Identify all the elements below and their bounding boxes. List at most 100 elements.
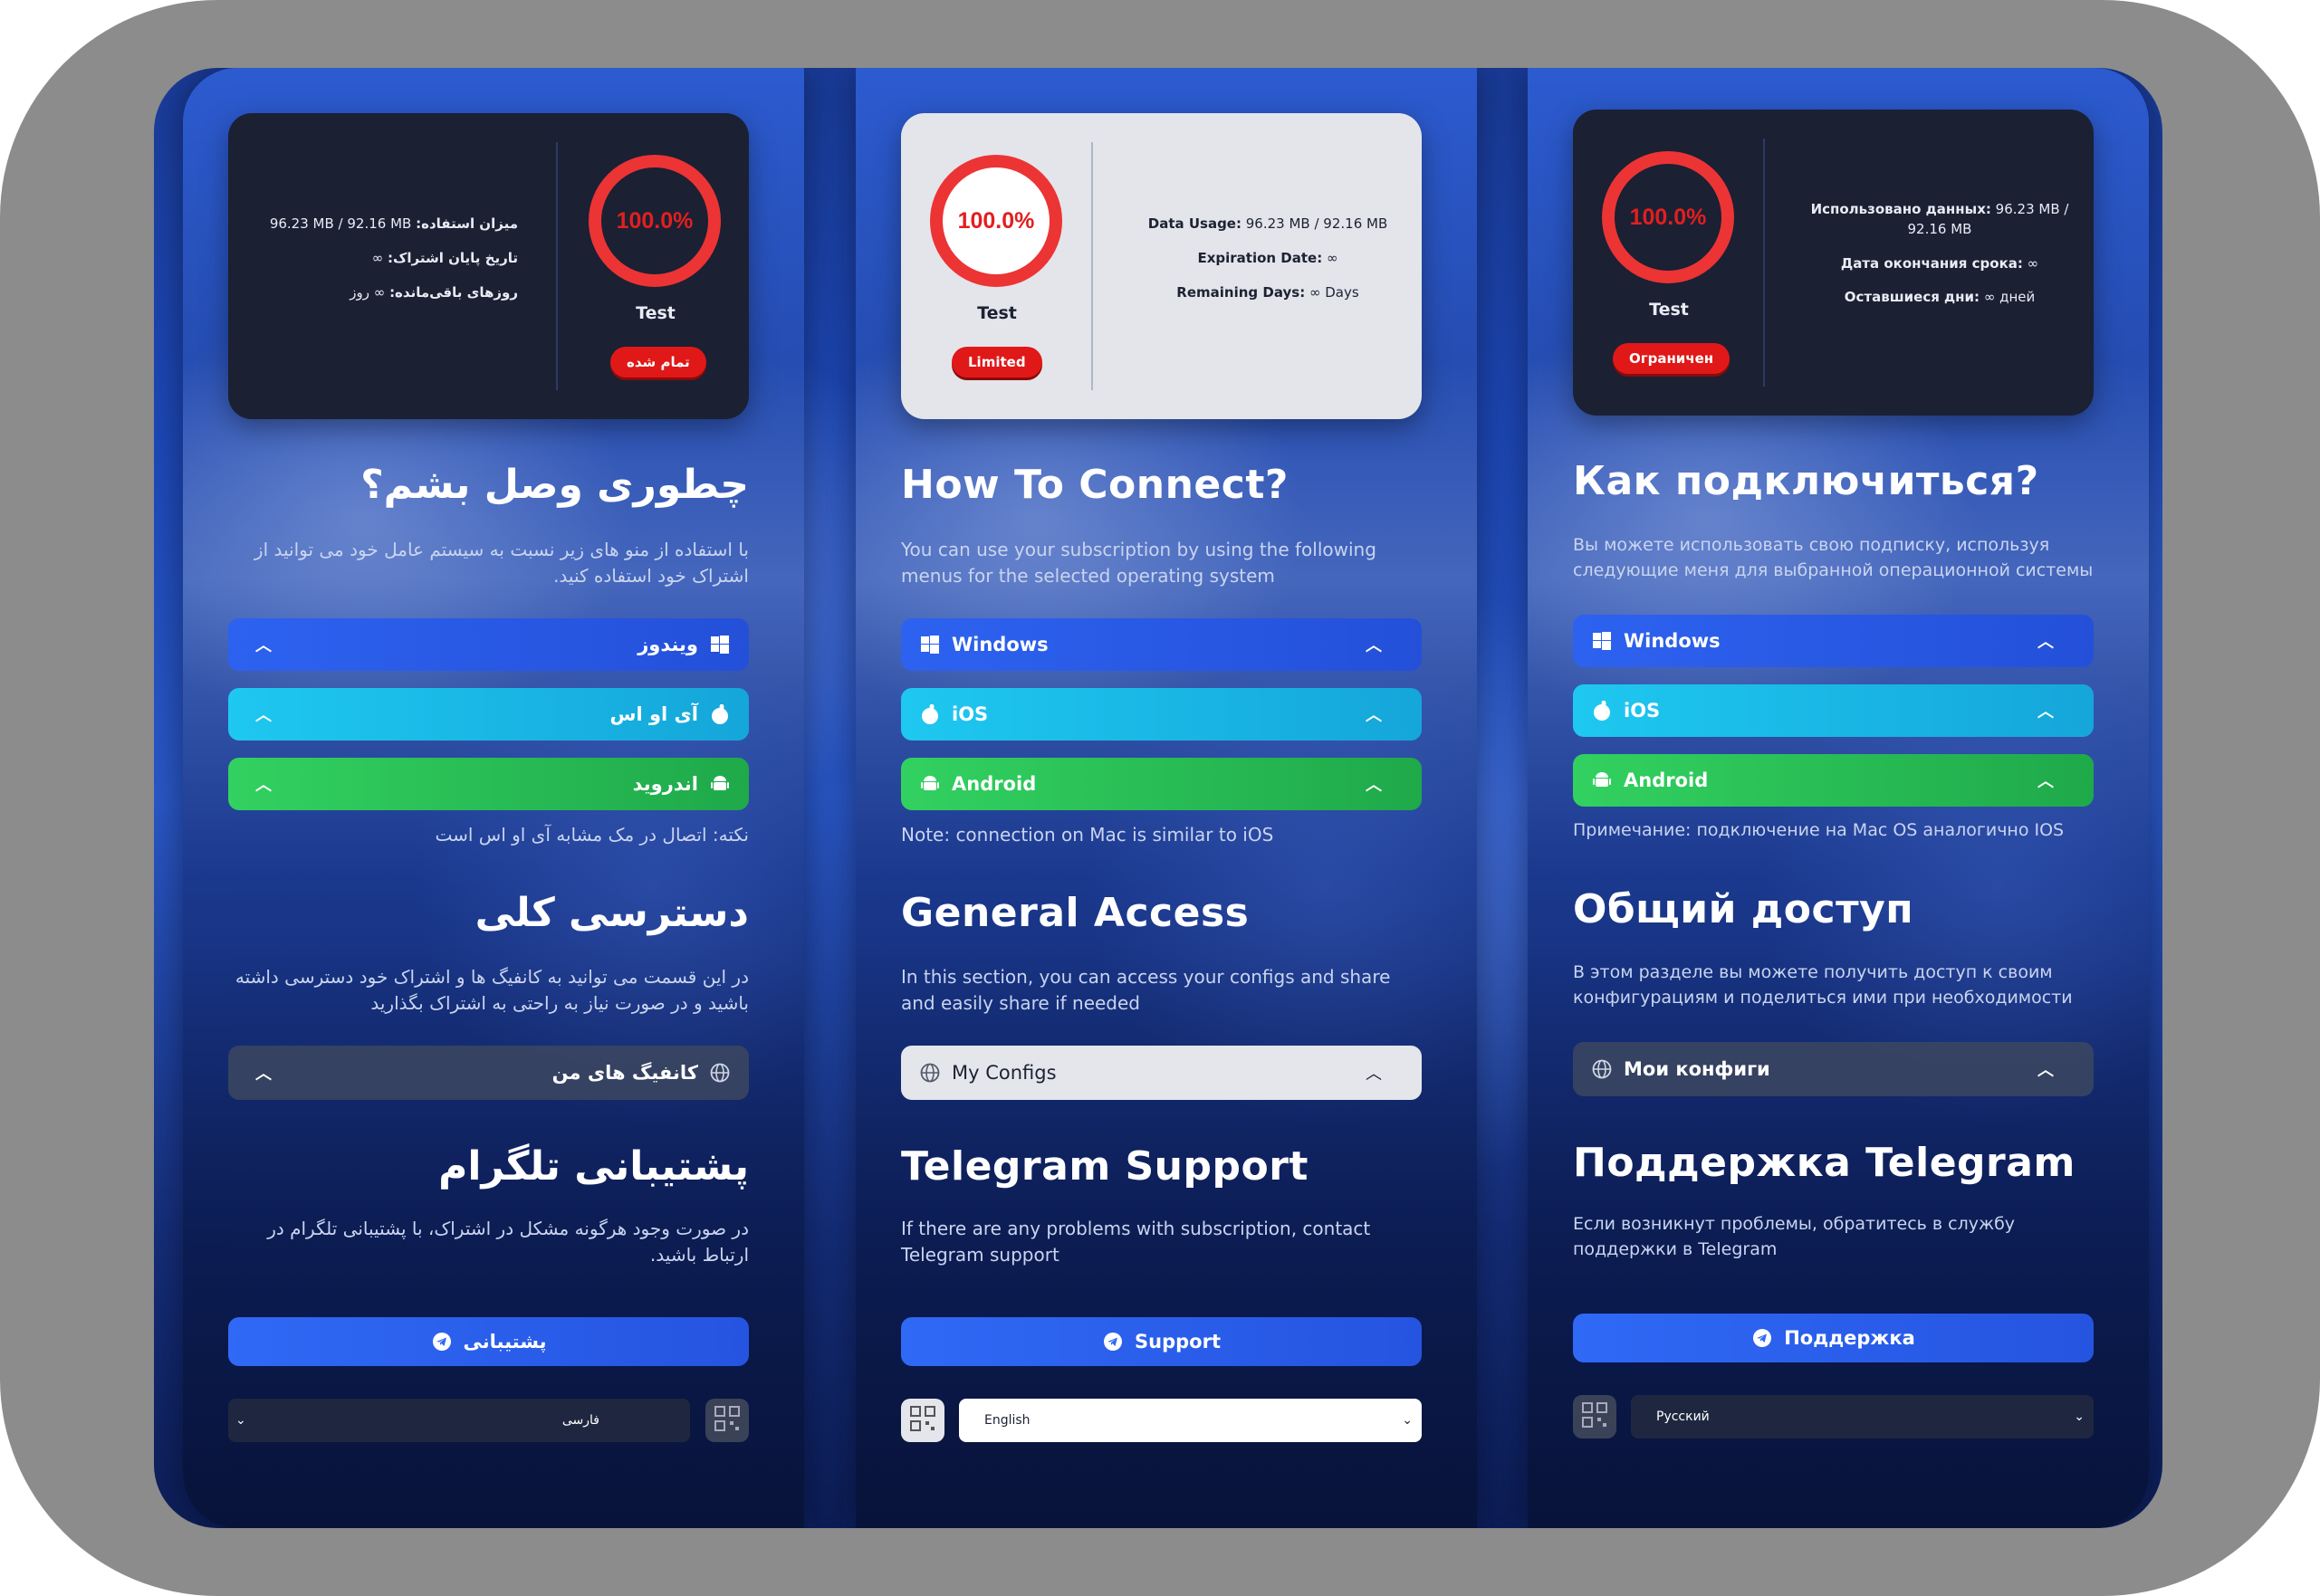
ios-accordion[interactable]: iOS ︿ [1573,684,2094,737]
subscription-card: میزان استفاده: 96.23 MB / 92.16 MB تاریخ… [228,113,749,419]
android-accordion[interactable]: Android ︿ [901,758,1422,810]
configs-accordion[interactable]: Мои конфиги ︿ [1573,1042,2094,1096]
expire-value: ∞ [371,249,384,266]
chevron-up-icon: ︿ [1366,706,1382,725]
globe-icon [1591,1058,1613,1080]
remaining-value: ∞ дней [1983,289,2036,306]
chevron-up-icon: ︿ [2037,1061,2054,1080]
language-select[interactable]: English ⌄ [959,1399,1422,1442]
mac-note: Примечание: подключение на Mac OS аналог… [1573,820,2065,840]
card-divider [1091,142,1093,390]
ios-accordion[interactable]: iOS ︿ [901,688,1422,741]
support-title: پشتیبانی تلگرام [438,1143,749,1190]
support-label: پشتیبانی [463,1331,547,1352]
android-label: Android [1624,769,1709,791]
windows-accordion[interactable]: Windows ︿ [1573,615,2094,667]
windows-accordion[interactable]: ویندوز ︿ [228,618,749,671]
chevron-down-icon: ⌄ [2074,1410,2085,1424]
chevron-up-icon: ︿ [1366,776,1382,795]
status-badge: Ограничен [1613,343,1730,374]
usage-percent: 100.0% [957,207,1035,234]
usage-percent: 100.0% [616,207,694,234]
support-label: Support [1135,1331,1221,1352]
language-select[interactable]: Русский ⌄ [1631,1395,2094,1438]
support-button[interactable]: Поддержка [1573,1314,2094,1362]
access-description: В этом разделе вы можете получить доступ… [1573,962,2073,1008]
telegram-icon [431,1331,453,1352]
support-label: Поддержка [1784,1327,1915,1349]
connect-description: Вы можете использовать свою подписку, ис… [1573,535,2094,580]
subscription-card: 100.0% Test Limited Data Usage: 96.23 MB… [901,113,1422,419]
android-icon [1591,769,1613,791]
expire-label: تاریخ پایان اشتراک: [388,249,518,266]
expire-label: Дата окончания срока: [1840,254,2023,272]
windows-accordion[interactable]: Windows ︿ [901,618,1422,671]
access-title: General Access [901,890,1250,936]
support-description: Если возникнут проблемы, обратитесь в сл… [1573,1214,2016,1259]
qr-button[interactable] [901,1399,944,1442]
windows-icon [919,634,941,655]
ios-accordion[interactable]: آی او اس ︿ [228,688,749,741]
android-accordion[interactable]: اندروید ︿ [228,758,749,810]
apple-icon [1591,700,1613,722]
language-select[interactable]: ⌄ فارسی [228,1399,690,1442]
configs-label: My Configs [952,1062,1057,1084]
expire-value: ∞ [1327,249,1338,266]
telegram-icon [1102,1331,1124,1352]
ios-label: iOS [1624,700,1661,722]
telegram-icon [1751,1327,1773,1349]
usage-ring: 100.0% [930,155,1062,287]
expire-value: ∞ [2027,254,2039,272]
language-value: فارسی [561,1413,599,1428]
configs-accordion[interactable]: کانفیگ های من ︿ [228,1046,749,1100]
usage-label: میزان استفاده: [416,215,518,232]
support-button[interactable]: Support [901,1317,1422,1366]
panel-english: 100.0% Test Limited Data Usage: 96.23 MB… [856,68,1477,1528]
android-icon [709,773,731,795]
windows-icon [709,634,731,655]
configs-accordion[interactable]: My Configs ︿ [901,1046,1422,1100]
qr-icon [1582,1402,1607,1431]
connect-description: You can use your subscription by using t… [901,539,1376,587]
access-title: دسترسی کلی [475,890,749,936]
remaining-label: Оставшиеся дни: [1844,289,1980,306]
chevron-up-icon: ︿ [2037,633,2054,652]
ios-label: iOS [952,703,989,725]
status-badge: Limited [952,347,1042,377]
chevron-up-icon: ︿ [2037,702,2054,722]
usage-ring: 100.0% [589,155,721,287]
remaining-value: ∞ Days [1309,283,1359,301]
card-divider [556,142,558,390]
support-button[interactable]: پشتیبانی [228,1317,749,1366]
chevron-up-icon: ︿ [2037,772,2054,791]
panel-persian: میزان استفاده: 96.23 MB / 92.16 MB تاریخ… [183,68,804,1528]
subscription-card: 100.0% Test Ограничен Использовано данны… [1573,110,2094,416]
chevron-up-icon: ︿ [255,706,272,725]
globe-icon [709,1062,731,1084]
usage-value: 96.23 MB / 92.16 MB [269,215,412,232]
chevron-up-icon: ︿ [255,1065,272,1084]
chevron-down-icon: ⌄ [1402,1413,1413,1428]
ios-label: آی او اس [609,703,699,725]
windows-label: ویندوز [638,634,698,655]
qr-icon [910,1406,935,1435]
subscription-info: میزان استفاده: 96.23 MB / 92.16 MB تاریخ… [264,215,518,317]
apple-icon [709,703,731,725]
qr-icon [714,1406,740,1435]
username: Test [636,303,676,323]
android-accordion[interactable]: Android ︿ [1573,754,2094,807]
windows-label: Windows [952,634,1049,655]
qr-button[interactable] [705,1399,749,1442]
language-value: English [984,1413,1031,1428]
support-title: Поддержка Telegram [1573,1140,2076,1186]
windows-label: Windows [1624,630,1721,652]
configs-label: Мои конфиги [1624,1058,1770,1080]
mac-note: نکته: اتصال در مک مشابه آی او اس است [435,824,749,846]
configs-label: کانفیگ های من [551,1062,698,1084]
android-label: Android [952,773,1037,795]
chevron-up-icon: ︿ [1366,1065,1382,1084]
screens-container: میزان استفاده: 96.23 MB / 92.16 MB تاریخ… [154,68,2162,1528]
connect-title: Как подключиться? [1573,458,2039,504]
qr-button[interactable] [1573,1395,1616,1438]
access-description: در این قسمت می توانید به کانفیگ ها و اشت… [235,966,749,1014]
